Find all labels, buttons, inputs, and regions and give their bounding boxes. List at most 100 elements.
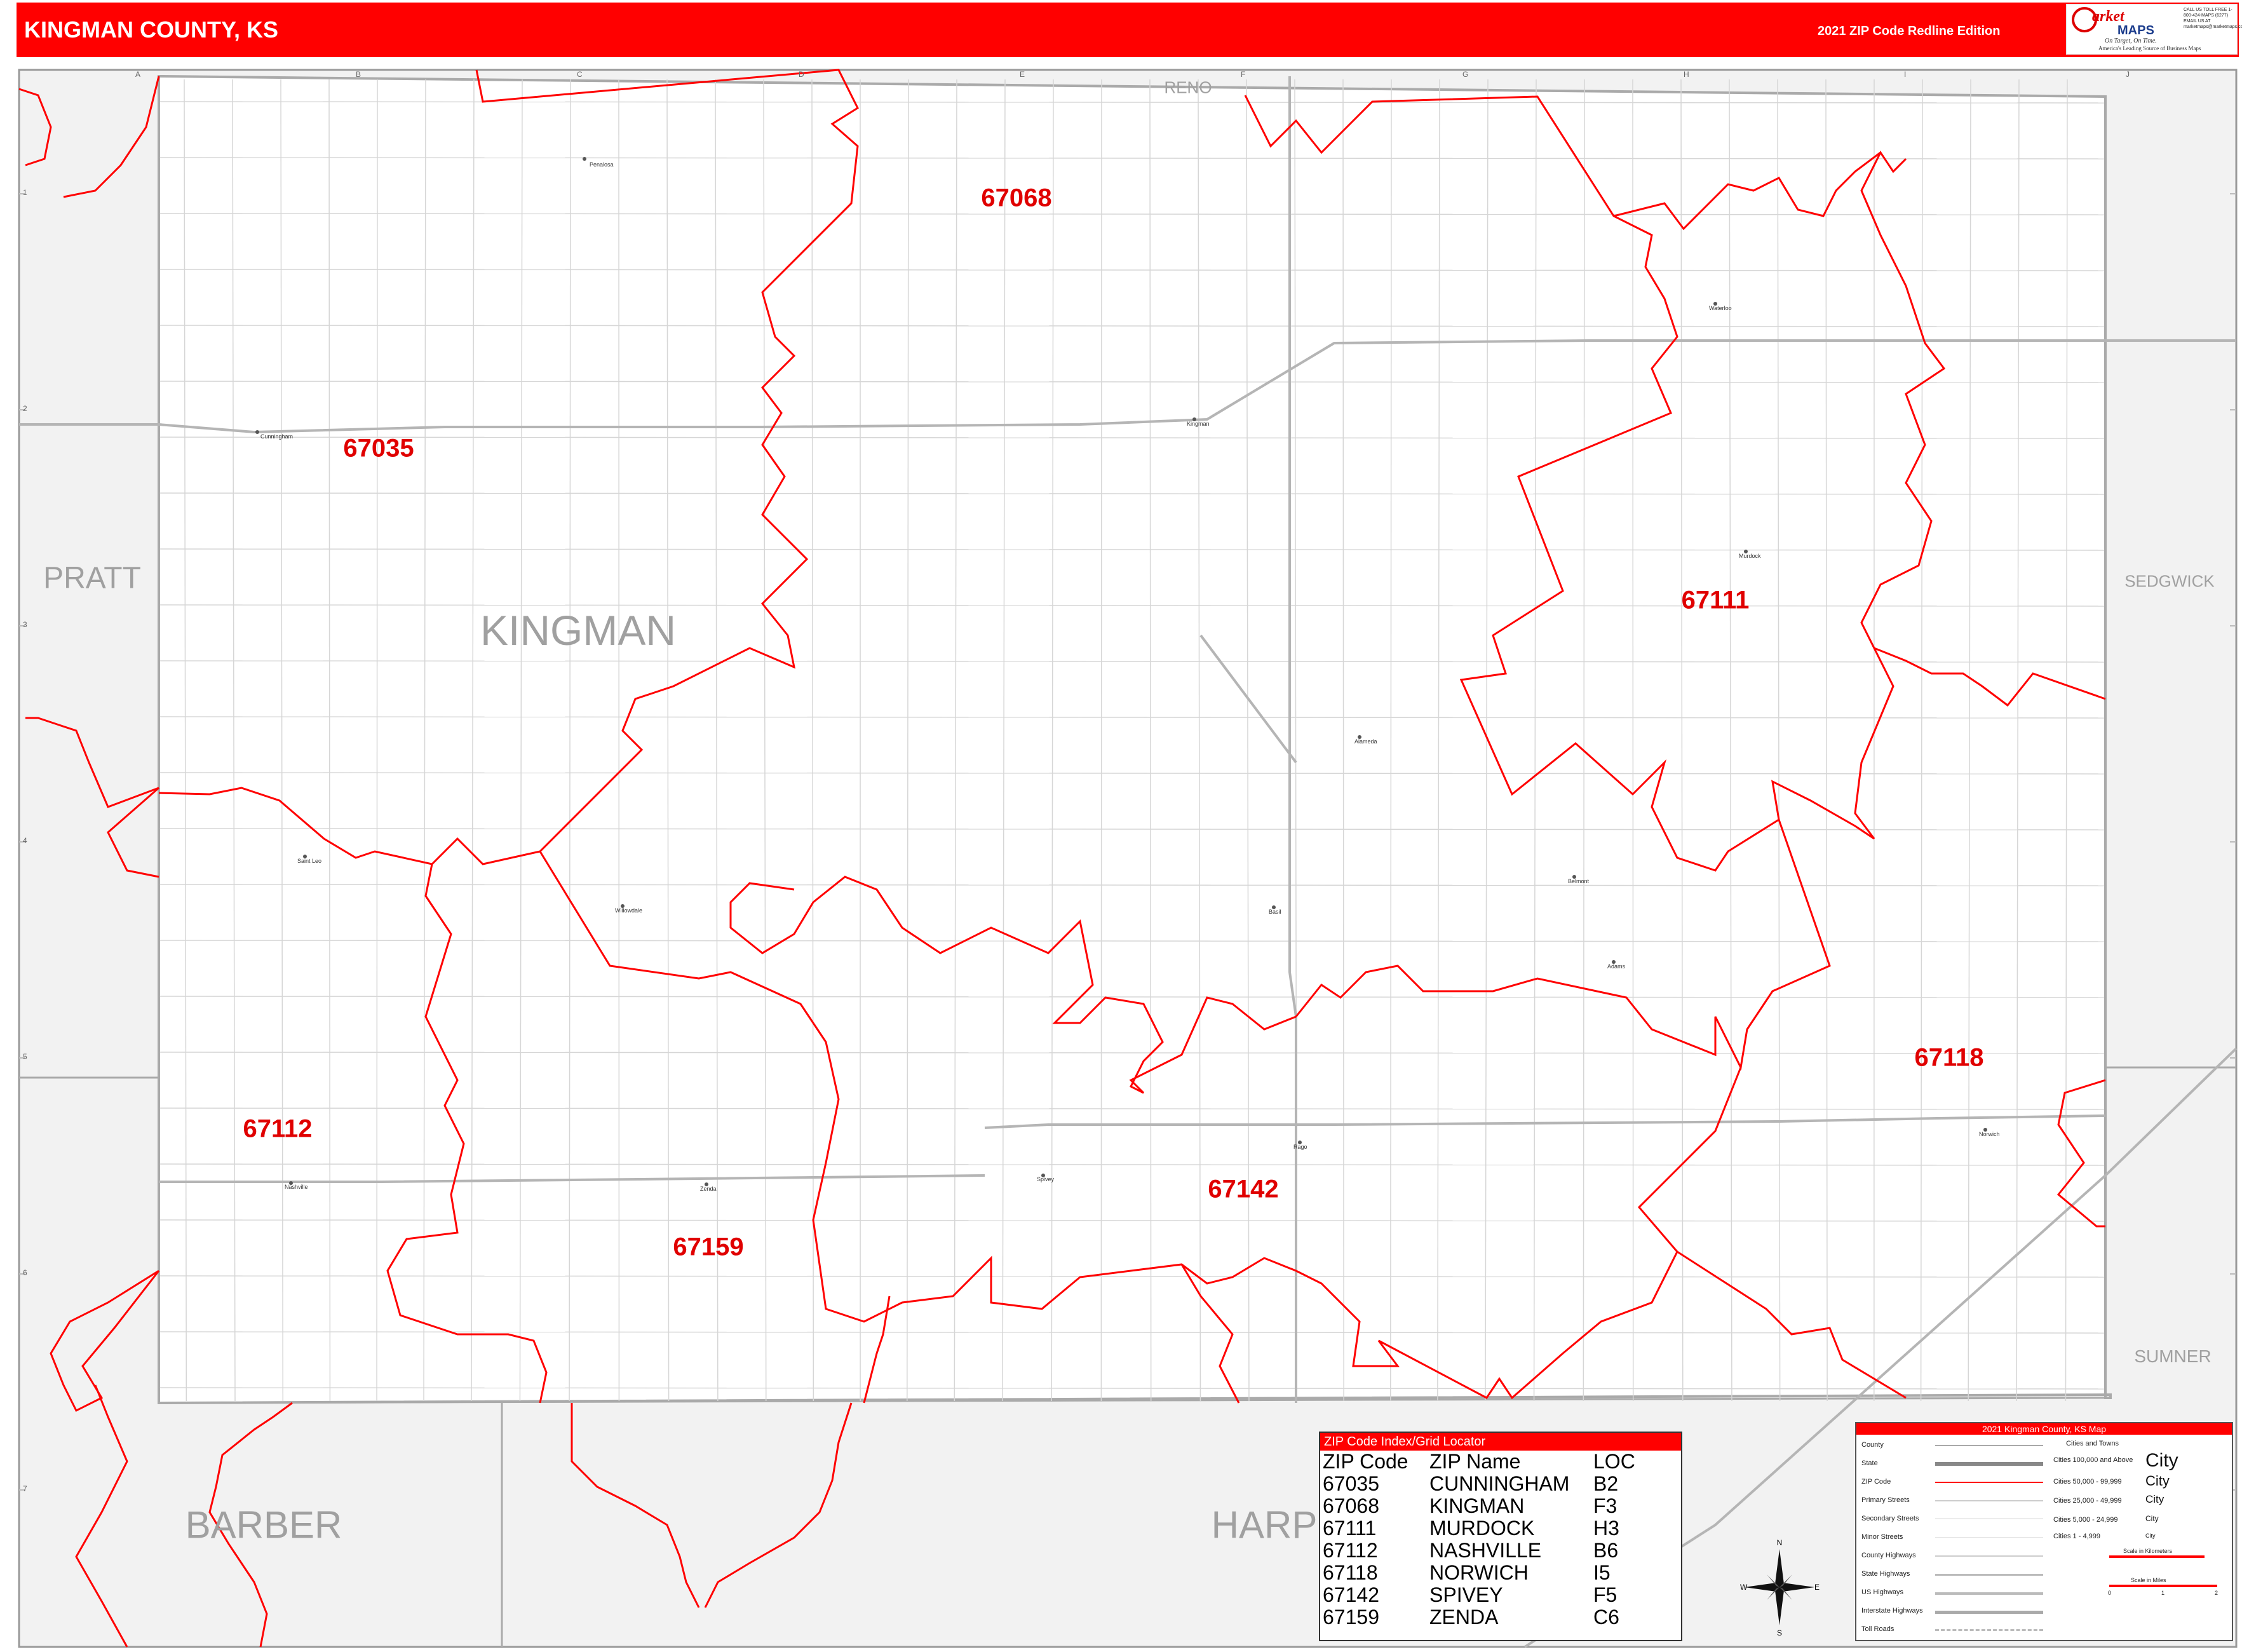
compass-n: N bbox=[1777, 1538, 1783, 1547]
logo-tagline-2: America's Leading Source of Business Map… bbox=[2098, 45, 2201, 51]
legend-line-county bbox=[1935, 1445, 2043, 1446]
town-label-zenda: Zenda bbox=[700, 1186, 717, 1192]
zip-label-67118: 67118 bbox=[1914, 1043, 1984, 1072]
legend-city-label-5: Cities 1 - 4,999 bbox=[2053, 1533, 2100, 1540]
grid-row-5: 5 bbox=[23, 1052, 27, 1061]
county-label-barber: BARBER bbox=[185, 1503, 342, 1547]
legend-item-county-hwy: County Highways bbox=[1861, 1552, 1916, 1559]
legend-item-toll: Toll Roads bbox=[1861, 1625, 1894, 1633]
legend-item-state-hwy: State Highways bbox=[1861, 1570, 1910, 1578]
grid-row-2: 2 bbox=[23, 404, 27, 413]
legend-scale-mi: Scale in Miles bbox=[2131, 1577, 2166, 1583]
legend-item-interstate: Interstate Highways bbox=[1861, 1607, 1923, 1615]
grid-col-f-top: F bbox=[1241, 70, 1246, 79]
table-row: 67111 MURDOCK H3 bbox=[1320, 1517, 1638, 1540]
logo-contact: CALL US TOLL FREE 1-800-424-MAPS (6277) … bbox=[2184, 8, 2242, 29]
zip-index-col-name: ZIP Name bbox=[1429, 1450, 1521, 1473]
zip-label-67142: 67142 bbox=[1208, 1175, 1279, 1203]
county-label-harper: HARP bbox=[1211, 1503, 1318, 1547]
legend-line-minor bbox=[1935, 1537, 2043, 1538]
legend-line-interstate bbox=[1935, 1611, 2043, 1614]
legend-city-sample-1: City bbox=[2145, 1450, 2178, 1471]
compass-e: E bbox=[1814, 1583, 1820, 1592]
table-row: 67159 ZENDA C6 bbox=[1320, 1606, 1638, 1628]
county-label-kingman: KINGMAN bbox=[480, 607, 677, 654]
zip-index-header-row: ZIP Code ZIP Name LOC bbox=[1320, 1451, 1638, 1473]
legend-item-primary: Primary Streets bbox=[1861, 1496, 1910, 1504]
logo-tagline: On Target, On Time. bbox=[2105, 37, 2157, 44]
loc-cell: B2 bbox=[1593, 1472, 1619, 1495]
legend-item-zip: ZIP Code bbox=[1861, 1478, 1891, 1486]
table-row: 67068 KINGMAN F3 bbox=[1320, 1495, 1638, 1517]
zip-label-67035: 67035 bbox=[343, 434, 414, 463]
loc-cell: C6 bbox=[1593, 1606, 1619, 1628]
zip-label-67112: 67112 bbox=[243, 1114, 313, 1143]
legend-city-label-2: Cities 50,000 - 99,999 bbox=[2053, 1478, 2122, 1486]
legend-item-county: County bbox=[1861, 1441, 1884, 1449]
county-label-sedgwick: SEDGWICK bbox=[2124, 571, 2215, 591]
grid-col-c-top: C bbox=[577, 70, 583, 79]
legend-scale-km: Scale in Kilometers bbox=[2123, 1548, 2173, 1554]
loc-cell: F5 bbox=[1593, 1583, 1617, 1606]
name-cell: NASHVILLE bbox=[1429, 1539, 1542, 1562]
compass-w: W bbox=[1740, 1583, 1748, 1592]
legend-item-secondary: Secondary Streets bbox=[1861, 1515, 1919, 1522]
town-label-penalosa: Penalosa bbox=[590, 161, 614, 168]
table-row: 67118 NORWICH I5 bbox=[1320, 1562, 1638, 1584]
legend-item-us-hwy: US Highways bbox=[1861, 1588, 1904, 1596]
town-label-spivey: Spivey bbox=[1037, 1176, 1055, 1182]
grid-col-e-top: E bbox=[1020, 70, 1025, 79]
legend-line-state-hwy bbox=[1935, 1574, 2043, 1576]
county-label-pratt: PRATT bbox=[43, 561, 141, 595]
town-dot bbox=[583, 157, 586, 161]
town-label-basil: Basil bbox=[1269, 909, 1281, 915]
zip-label-67068: 67068 bbox=[981, 184, 1052, 212]
name-cell: NORWICH bbox=[1429, 1561, 1529, 1584]
zip-cell: 67118 bbox=[1323, 1561, 1378, 1584]
zip-index-table: ZIP Code ZIP Name LOC 67035 CUNNINGHAM B2 … bbox=[1320, 1451, 1638, 1628]
legend-line-zip bbox=[1935, 1482, 2043, 1483]
logo-text-bottom: MAPS bbox=[2117, 24, 2154, 37]
zip-cell: 67035 bbox=[1323, 1472, 1379, 1495]
legend-cities-heading: Cities and Towns bbox=[2066, 1440, 2119, 1447]
name-cell: MURDOCK bbox=[1429, 1517, 1535, 1540]
town-label-murdock: Murdock bbox=[1739, 553, 1761, 559]
town-label-alameda: Alameda bbox=[1354, 738, 1377, 745]
map-legend: 2021 Kingman County, KS Map County State… bbox=[1855, 1422, 2233, 1641]
kingman-county-area bbox=[158, 74, 2112, 1405]
section-road bbox=[1100, 79, 1102, 1402]
legend-city-label-3: Cities 25,000 - 49,999 bbox=[2053, 1497, 2122, 1505]
grid-col-d-top: D bbox=[799, 70, 804, 79]
zip-index-col-loc: LOC bbox=[1593, 1450, 1635, 1473]
legend-city-sample-5: City bbox=[2145, 1533, 2156, 1539]
grid-col-j-top: J bbox=[2126, 70, 2130, 79]
town-label-waterloo: Waterloo bbox=[1709, 305, 1732, 311]
grid-row-1: 1 bbox=[23, 188, 27, 197]
legend-line-state bbox=[1935, 1462, 2043, 1466]
legend-line-us-hwy bbox=[1935, 1592, 2043, 1595]
logo-text-top: arket bbox=[2092, 8, 2124, 25]
zip-code-index: ZIP Code Index/Grid Locator ZIP Code ZIP… bbox=[1319, 1432, 1682, 1641]
zip-cell: 67142 bbox=[1323, 1583, 1379, 1606]
name-cell: ZENDA bbox=[1429, 1606, 1499, 1628]
town-label-norwich: Norwich bbox=[1979, 1131, 2000, 1137]
legend-city-label-4: Cities 5,000 - 24,999 bbox=[2053, 1516, 2118, 1524]
legend-line-primary bbox=[1935, 1500, 2043, 1501]
zip-cell: 67159 bbox=[1323, 1606, 1379, 1628]
loc-cell: H3 bbox=[1593, 1517, 1619, 1540]
legend-scale-tick-0: 0 bbox=[2108, 1590, 2112, 1596]
legend-scale-tick-2: 2 bbox=[2215, 1590, 2218, 1596]
town-label-nashville: Nashville bbox=[285, 1184, 308, 1190]
name-cell: SPIVEY bbox=[1429, 1583, 1503, 1606]
legend-scale-mi-bar bbox=[2109, 1585, 2217, 1587]
town-label-belmont: Belmont bbox=[1568, 878, 1590, 884]
table-row: 67112 NASHVILLE B6 bbox=[1320, 1540, 1638, 1562]
legend-scale-tick-1: 1 bbox=[2161, 1590, 2165, 1596]
table-row: 67142 SPIVEY F5 bbox=[1320, 1584, 1638, 1606]
town-label-willowdale: Willowdale bbox=[615, 907, 643, 914]
legend-scale-km-bar bbox=[2109, 1555, 2205, 1558]
grid-col-h-top: H bbox=[1684, 70, 1689, 79]
grid-row-3: 3 bbox=[23, 620, 27, 629]
zip-cell: 67111 bbox=[1323, 1517, 1377, 1540]
legend-city-label-1: Cities 100,000 and Above bbox=[2053, 1456, 2133, 1464]
